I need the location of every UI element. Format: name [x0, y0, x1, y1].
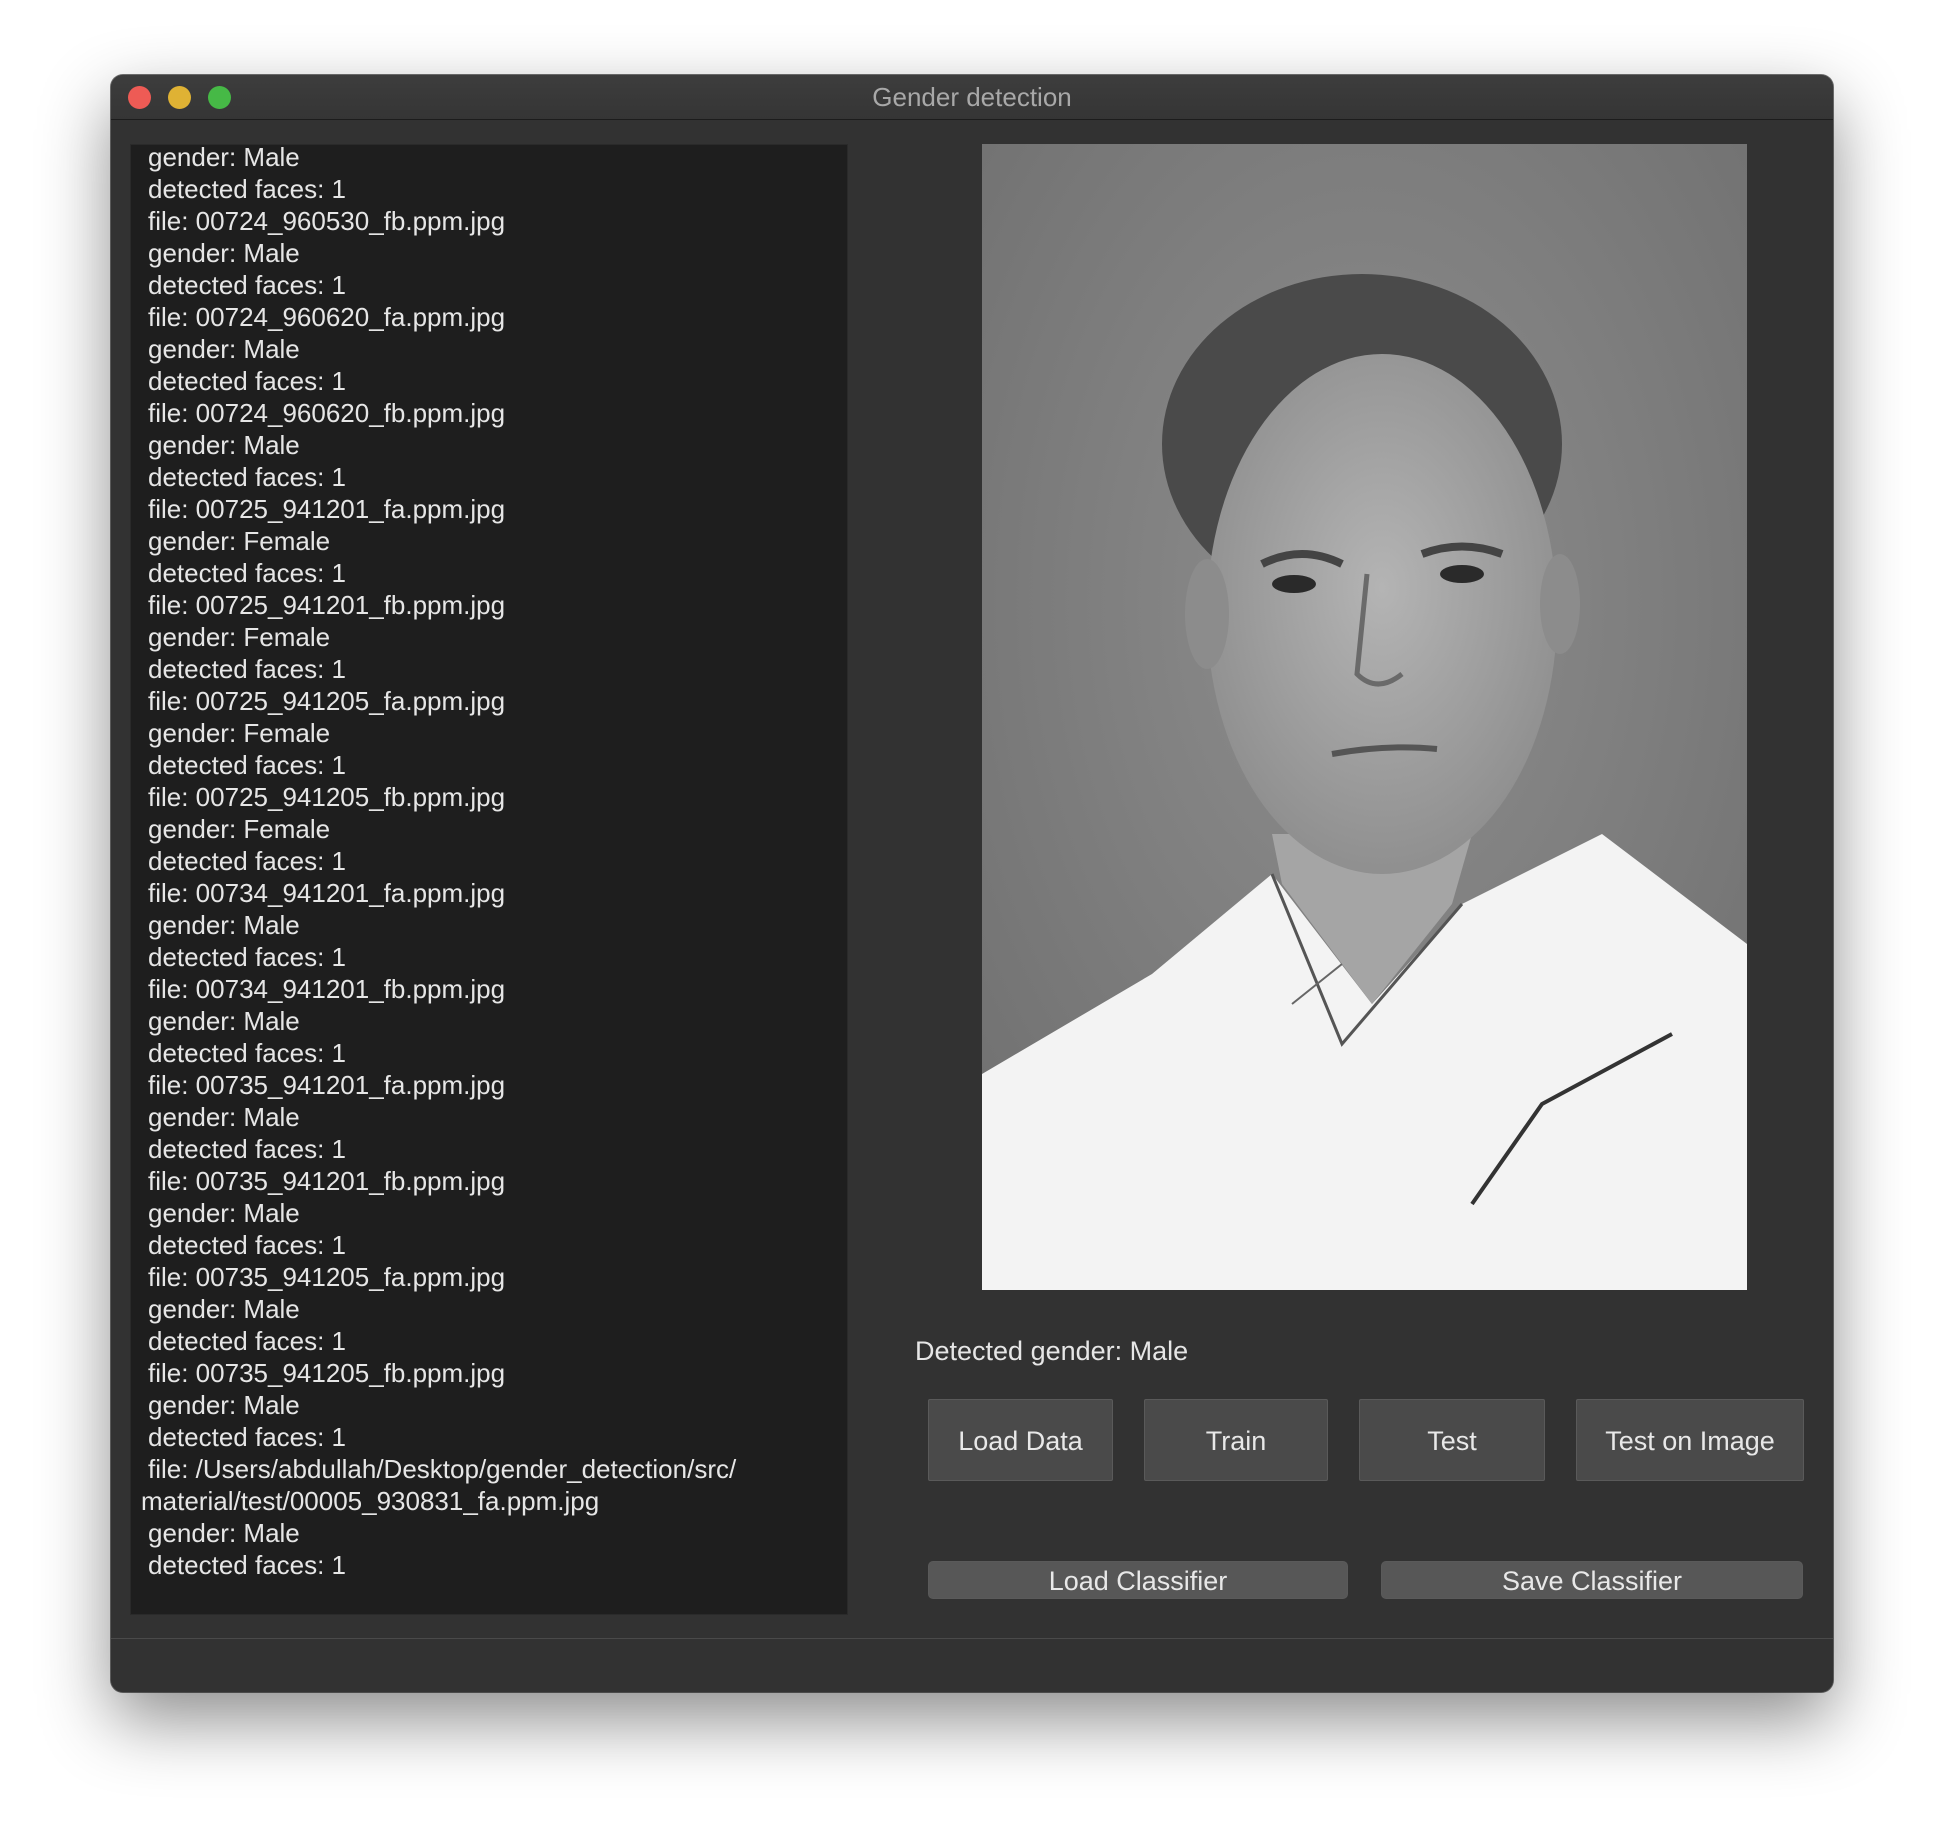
- log-line: gender: Female: [148, 814, 331, 844]
- log-output-panel[interactable]: gender: Male detected faces: 1 file: 00724…: [130, 144, 848, 1615]
- log-line: file: 00735_941205_fa.ppm.jpg: [148, 1262, 506, 1292]
- load-classifier-button[interactable]: Load Classifier: [928, 1561, 1348, 1599]
- log-line: file: 00725_941205_fb.ppm.jpg: [148, 782, 506, 812]
- log-line: file: 00735_941205_fb.ppm.jpg: [148, 1358, 506, 1388]
- log-list: gender: Male detected faces: 1 file: 00724…: [131, 144, 737, 1581]
- window-title: Gender detection: [872, 82, 1072, 112]
- log-line: file: 00725_941201_fa.ppm.jpg: [148, 494, 506, 524]
- log-line: gender: Male: [148, 1390, 300, 1420]
- log-line: detected faces: 1: [148, 366, 347, 396]
- app-window: Gender detection gender: Male detected fa…: [111, 75, 1833, 1692]
- log-line: gender: Male: [148, 1102, 300, 1132]
- log-line: gender: Female: [148, 718, 331, 748]
- log-line: gender: Male: [148, 1198, 300, 1228]
- log-line: detected faces: 1: [148, 1134, 347, 1164]
- portrait-photo: [982, 144, 1747, 1290]
- log-line: file: 00725_941205_fa.ppm.jpg: [148, 686, 506, 716]
- log-line: detected faces: 1: [148, 654, 347, 684]
- log-line: detected faces: 1: [148, 174, 347, 204]
- load-data-button[interactable]: Load Data: [928, 1399, 1113, 1481]
- log-line: detected faces: 1: [148, 1326, 347, 1356]
- log-line: material/test/00005_930831_fa.ppm.jpg: [141, 1486, 600, 1516]
- log-line: file: 00725_941201_fb.ppm.jpg: [148, 590, 506, 620]
- test-on-image-button[interactable]: Test on Image: [1576, 1399, 1804, 1481]
- log-line: file: 00724_960530_fb.ppm.jpg: [148, 206, 506, 236]
- log-line: file: 00734_941201_fa.ppm.jpg: [148, 878, 506, 908]
- log-line: gender: Male: [148, 238, 300, 268]
- train-button[interactable]: Train: [1144, 1399, 1328, 1481]
- log-line: gender: Male: [148, 334, 300, 364]
- log-line: gender: Male: [148, 1294, 300, 1324]
- log-line: detected faces: 1: [148, 846, 347, 876]
- test-button[interactable]: Test: [1359, 1399, 1545, 1481]
- log-line: gender: Female: [148, 622, 331, 652]
- log-line: file: 00724_960620_fa.ppm.jpg: [148, 302, 506, 332]
- log-line: file: 00734_941201_fb.ppm.jpg: [148, 974, 506, 1004]
- status-bar: [111, 1638, 1833, 1692]
- log-line: gender: Male: [148, 910, 300, 940]
- log-line: gender: Male: [148, 1518, 300, 1548]
- log-line: detected faces: 1: [148, 942, 347, 972]
- log-line: file: 00724_960620_fb.ppm.jpg: [148, 398, 506, 428]
- log-line: gender: Male: [148, 1006, 300, 1036]
- title-bar[interactable]: Gender detection: [111, 75, 1833, 120]
- save-classifier-button[interactable]: Save Classifier: [1381, 1561, 1803, 1599]
- face-image: [982, 144, 1747, 1290]
- log-line: detected faces: 1: [148, 270, 347, 300]
- log-line: gender: Female: [148, 526, 331, 556]
- log-line: detected faces: 1: [148, 1550, 347, 1580]
- log-line: file: /Users/abdullah/Desktop/gender_det…: [148, 1454, 737, 1484]
- log-line: detected faces: 1: [148, 558, 347, 588]
- log-line: detected faces: 1: [148, 462, 347, 492]
- log-line: file: 00735_941201_fa.ppm.jpg: [148, 1070, 506, 1100]
- log-line: detected faces: 1: [148, 1230, 347, 1260]
- detected-gender-label: Detected gender: Male: [915, 1336, 1189, 1366]
- log-line: detected faces: 1: [148, 1038, 347, 1068]
- log-line: detected faces: 1: [148, 750, 347, 780]
- log-line: gender: Male: [148, 430, 300, 460]
- log-line: detected faces: 1: [148, 1422, 347, 1452]
- log-line: file: 00735_941201_fb.ppm.jpg: [148, 1166, 506, 1196]
- log-line: gender: Male: [148, 144, 300, 172]
